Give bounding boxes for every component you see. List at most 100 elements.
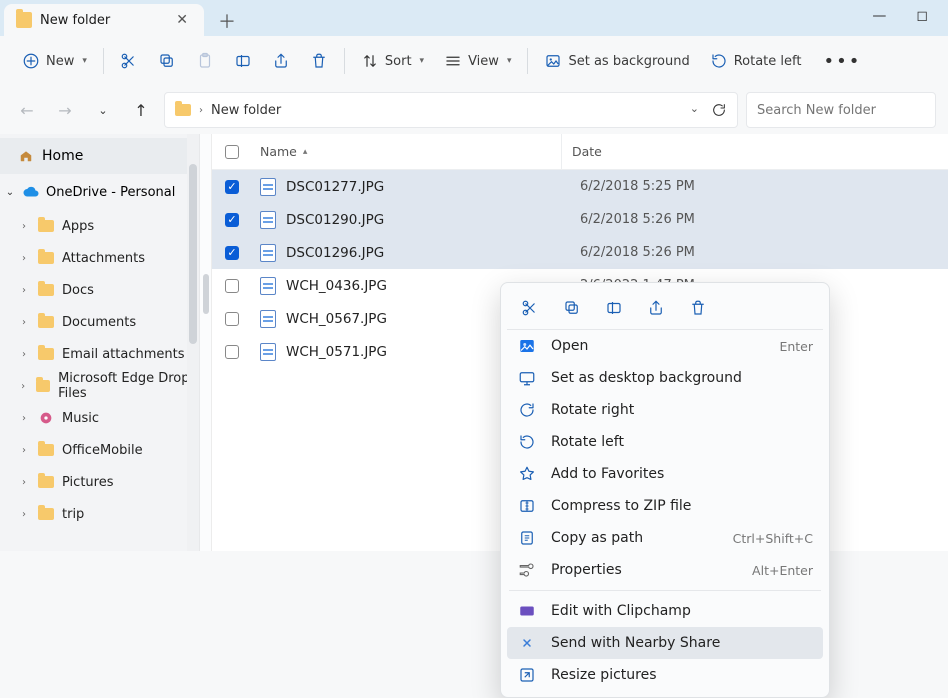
sidebar-item[interactable]: ›Microsoft Edge Drop Files — [0, 370, 199, 402]
minimize-button[interactable]: — — [872, 8, 886, 24]
ctx-set-desktop-bg[interactable]: Set as desktop background — [507, 362, 823, 394]
new-tab-button[interactable]: ＋ — [212, 6, 242, 36]
copy-button[interactable] — [148, 44, 186, 78]
ctx-compress[interactable]: Compress to ZIP file — [507, 490, 823, 522]
nav-forward-button[interactable]: → — [50, 95, 80, 125]
sidebar-item[interactable]: ›Attachments — [0, 242, 199, 274]
column-headers: Name ▴ Date — [212, 134, 948, 170]
image-file-icon — [260, 310, 276, 328]
sidebar-item[interactable]: ›Music — [0, 402, 199, 434]
new-button[interactable]: New ▾ — [12, 44, 97, 78]
ctx-open-shortcut: Enter — [779, 339, 813, 354]
view-label: View — [468, 54, 499, 69]
ctx-clipchamp[interactable]: Edit with Clipchamp — [507, 595, 823, 627]
file-name: WCH_0436.JPG — [286, 278, 387, 294]
music-icon — [38, 410, 54, 426]
row-checkbox[interactable]: ✓ — [225, 213, 239, 227]
tab-title: New folder — [40, 13, 164, 28]
ctx-cut-button[interactable] — [519, 297, 541, 319]
ctx-rotate-right-label: Rotate right — [551, 402, 813, 418]
ctx-open[interactable]: Open Enter — [507, 330, 823, 362]
folder-icon — [38, 444, 54, 456]
address-bar[interactable]: › New folder ⌄ — [164, 92, 738, 128]
sidebar-scrollbar[interactable] — [187, 134, 199, 551]
file-row[interactable]: ✓ DSC01296.JPG 6/2/2018 5:26 PM — [212, 236, 948, 269]
breadcrumb[interactable]: New folder — [211, 103, 281, 118]
ctx-copy-button[interactable] — [561, 297, 583, 319]
more-button[interactable]: ••• — [811, 51, 873, 72]
maximize-button[interactable]: ◻ — [916, 8, 928, 24]
sidebar-item[interactable]: ›Apps — [0, 210, 199, 242]
sidebar-item-label: OfficeMobile — [62, 443, 143, 458]
titlebar: New folder ✕ ＋ — ◻ — [0, 0, 948, 36]
chevron-down-icon: ▾ — [82, 56, 87, 66]
scrollbar-thumb[interactable] — [189, 164, 197, 344]
chevron-right-icon: › — [199, 105, 203, 116]
ctx-delete-button[interactable] — [687, 297, 709, 319]
nearby-share-icon — [517, 634, 537, 652]
rotate-right-icon — [517, 401, 537, 419]
sidebar-item[interactable]: ›OfficeMobile — [0, 434, 199, 466]
sidebar-item[interactable]: ›trip — [0, 498, 199, 530]
rename-button[interactable] — [224, 44, 262, 78]
cloud-icon — [22, 186, 40, 198]
address-dropdown-button[interactable]: ⌄ — [690, 102, 699, 118]
ctx-resize-pictures[interactable]: Resize pictures — [507, 659, 823, 691]
sidebar-item[interactable]: ›Documents — [0, 306, 199, 338]
chevron-right-icon: › — [18, 413, 30, 424]
close-tab-button[interactable]: ✕ — [172, 11, 192, 29]
row-checkbox[interactable]: ✓ — [225, 180, 239, 194]
sidebar-home-label: Home — [42, 148, 83, 164]
set-background-button[interactable]: Set as background — [534, 44, 699, 78]
file-row[interactable]: ✓DSC01290.JPG6/2/2018 5:26 PM — [212, 203, 948, 236]
column-date[interactable]: Date — [562, 144, 762, 159]
ctx-compress-label: Compress to ZIP file — [551, 498, 813, 514]
sidebar-home[interactable]: Home — [0, 138, 199, 174]
row-checkbox[interactable] — [225, 279, 239, 293]
ctx-favorites[interactable]: Add to Favorites — [507, 458, 823, 490]
refresh-button[interactable] — [711, 102, 727, 118]
ctx-resize-label: Resize pictures — [551, 667, 813, 683]
ctx-clipchamp-label: Edit with Clipchamp — [551, 603, 813, 619]
row-checkbox[interactable] — [225, 312, 239, 326]
ctx-rotate-right[interactable]: Rotate right — [507, 394, 823, 426]
sidebar-item[interactable]: ›Email attachments — [0, 338, 199, 370]
scrollbar-thumb[interactable] — [203, 274, 209, 314]
row-checkbox[interactable] — [225, 345, 239, 359]
picture-icon — [544, 52, 562, 70]
folder-icon — [38, 508, 54, 520]
nav-up-button[interactable]: ↑ — [126, 95, 156, 125]
splitter[interactable] — [200, 134, 212, 551]
header-select-all[interactable] — [212, 145, 252, 159]
sidebar-onedrive[interactable]: ⌄ OneDrive - Personal — [0, 174, 199, 210]
ctx-share-button[interactable] — [645, 297, 667, 319]
file-name: DSC01296.JPG — [286, 245, 384, 261]
sort-button[interactable]: Sort ▾ — [351, 44, 434, 78]
search-input[interactable] — [746, 92, 936, 128]
ctx-rotate-left[interactable]: Rotate left — [507, 426, 823, 458]
paste-button[interactable] — [186, 44, 224, 78]
cut-button[interactable] — [110, 44, 148, 78]
ctx-copy-path[interactable]: Copy as path Ctrl+Shift+C — [507, 522, 823, 554]
file-row[interactable]: ✓DSC01277.JPG6/2/2018 5:25 PM — [212, 170, 948, 203]
share-button[interactable] — [262, 44, 300, 78]
nav-recent-button[interactable]: ⌄ — [88, 95, 118, 125]
folder-icon — [38, 476, 54, 488]
row-checkbox[interactable]: ✓ — [225, 246, 239, 260]
view-button[interactable]: View ▾ — [434, 44, 521, 78]
ctx-nearby-share-label: Send with Nearby Share — [551, 635, 813, 651]
tab-active[interactable]: New folder ✕ — [4, 4, 204, 36]
ctx-rename-button[interactable] — [603, 297, 625, 319]
ctx-nearby-share[interactable]: Send with Nearby Share — [507, 627, 823, 659]
rotate-left-toolbar-button[interactable]: Rotate left — [700, 44, 812, 78]
properties-icon — [517, 561, 537, 579]
delete-button[interactable] — [300, 44, 338, 78]
nav-back-button[interactable]: ← — [12, 95, 42, 125]
chevron-right-icon: › — [18, 317, 30, 328]
separator — [509, 590, 821, 591]
ctx-properties[interactable]: Properties Alt+Enter — [507, 554, 823, 586]
sidebar-item[interactable]: ›Pictures — [0, 466, 199, 498]
sidebar-item[interactable]: ›Docs — [0, 274, 199, 306]
file-date: 6/2/2018 5:26 PM — [562, 245, 695, 260]
column-name[interactable]: Name ▴ — [252, 134, 562, 169]
